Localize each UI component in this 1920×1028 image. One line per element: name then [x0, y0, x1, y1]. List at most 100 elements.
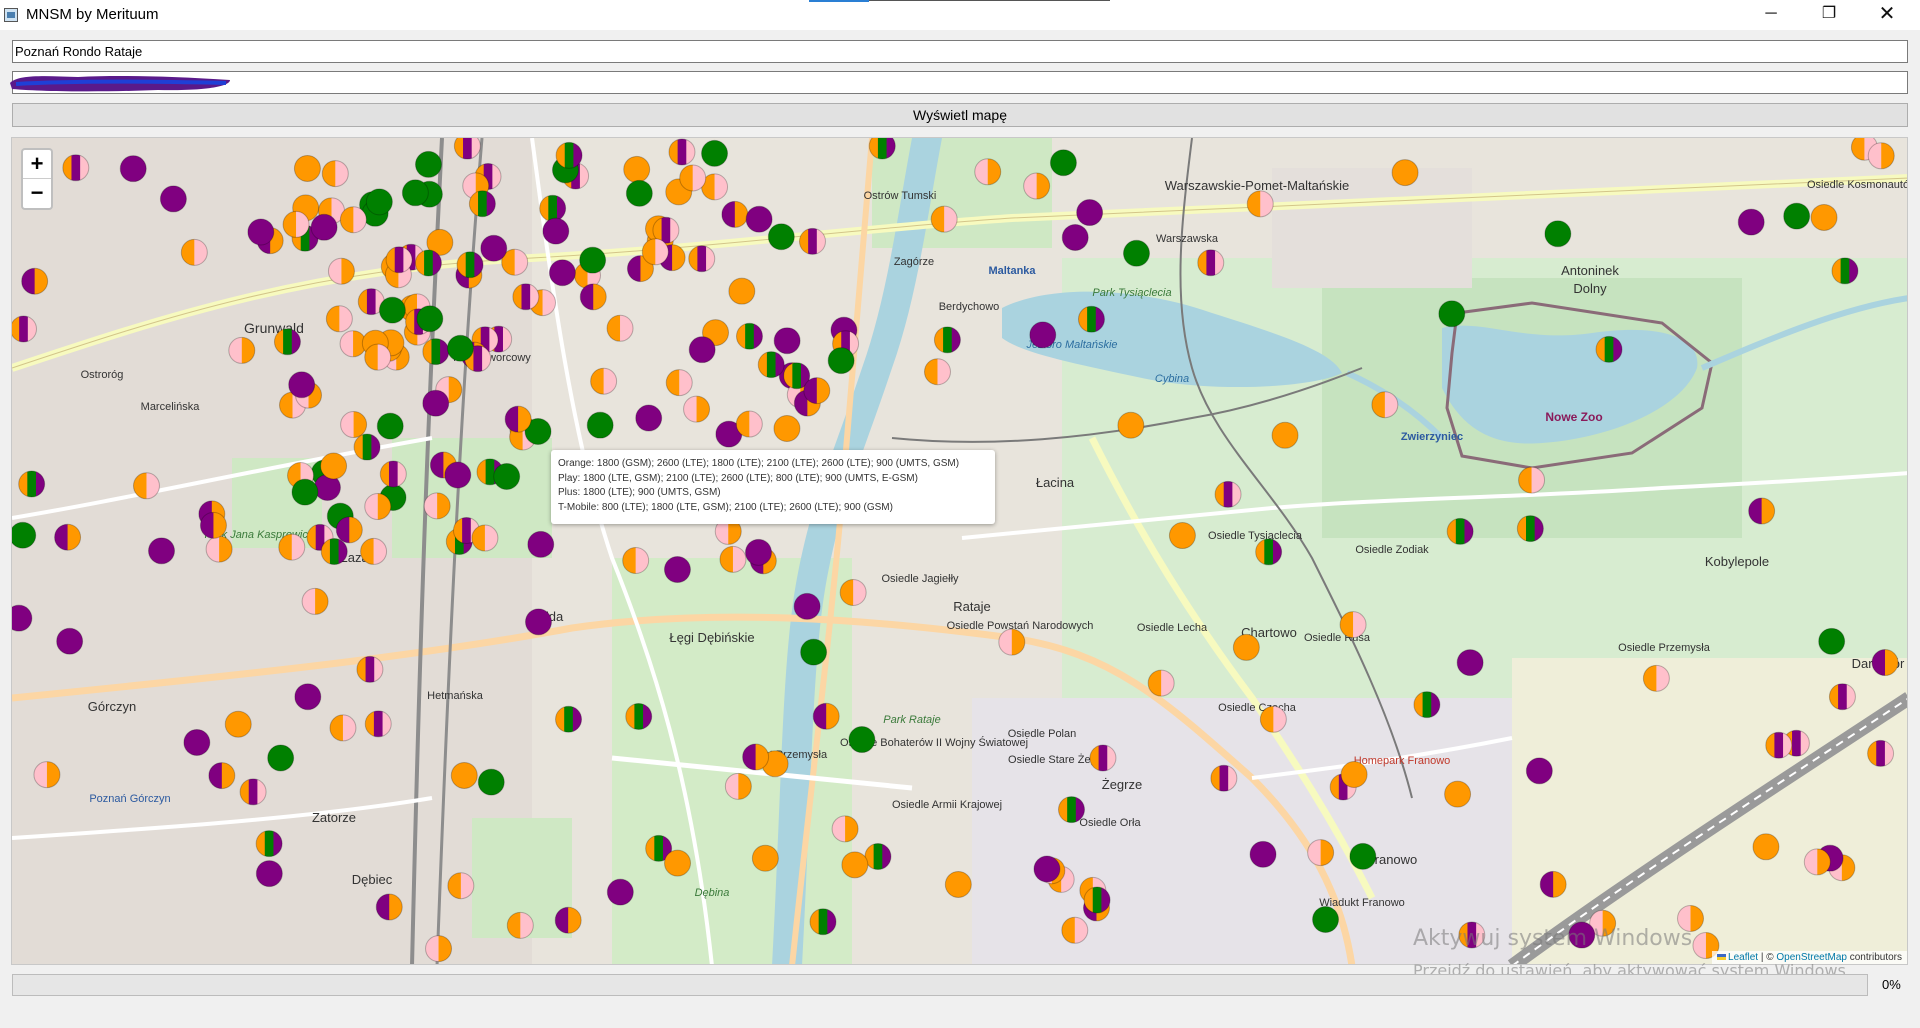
bts-marker[interactable] — [719, 545, 747, 573]
bts-marker[interactable] — [512, 283, 540, 311]
bts-marker[interactable] — [278, 533, 306, 561]
bts-marker[interactable] — [62, 154, 90, 182]
bts-marker[interactable] — [625, 702, 653, 730]
restore-button[interactable]: ❐ — [1806, 0, 1852, 30]
bts-marker[interactable] — [1255, 538, 1283, 566]
bts-marker[interactable] — [554, 906, 582, 934]
bts-marker[interactable] — [1831, 257, 1859, 285]
bts-marker[interactable] — [321, 160, 349, 188]
bts-marker[interactable] — [356, 655, 384, 683]
api-key-input[interactable] — [12, 71, 1908, 94]
bts-marker[interactable] — [809, 908, 837, 936]
bts-marker[interactable] — [320, 538, 348, 566]
minimize-button[interactable]: ─ — [1748, 0, 1794, 30]
bts-marker[interactable] — [267, 744, 295, 772]
bts-marker[interactable] — [555, 705, 583, 733]
bts-marker[interactable] — [183, 728, 211, 756]
show-map-button[interactable]: Wyświetl mapę — [12, 103, 1908, 127]
bts-marker[interactable] — [998, 628, 1026, 656]
bts-marker[interactable] — [471, 524, 499, 552]
bts-marker[interactable] — [1516, 515, 1544, 543]
bts-marker[interactable] — [1023, 172, 1051, 200]
bts-marker[interactable] — [527, 530, 555, 558]
bts-marker[interactable] — [539, 194, 567, 222]
bts-marker[interactable] — [199, 511, 227, 539]
bts-marker[interactable] — [579, 246, 607, 274]
bts-marker[interactable] — [1307, 839, 1335, 867]
bts-marker[interactable] — [364, 343, 392, 371]
bts-marker[interactable] — [325, 305, 353, 333]
bts-marker[interactable] — [1391, 159, 1419, 187]
osm-map-canvas[interactable]: Ostrów Tumski Zagórze Warszawskie-Pomet-… — [12, 138, 1908, 965]
bts-marker[interactable] — [288, 371, 316, 399]
bts-marker[interactable] — [1828, 683, 1856, 711]
bts-marker[interactable] — [688, 336, 716, 364]
bts-marker[interactable] — [468, 190, 496, 218]
bts-marker[interactable] — [375, 893, 403, 921]
bts-marker[interactable] — [401, 179, 429, 207]
bts-marker[interactable] — [827, 347, 855, 375]
bts-marker[interactable] — [1089, 744, 1117, 772]
bts-marker[interactable] — [735, 410, 763, 438]
bts-marker[interactable] — [1803, 848, 1831, 876]
bts-marker[interactable] — [590, 367, 618, 395]
bts-marker[interactable] — [1867, 142, 1895, 170]
bts-marker[interactable] — [679, 164, 707, 192]
bts-marker[interactable] — [606, 878, 634, 906]
bts-marker[interactable] — [622, 546, 650, 574]
bts-marker[interactable] — [974, 158, 1002, 186]
bts-marker[interactable] — [839, 578, 867, 606]
bts-marker[interactable] — [728, 277, 756, 305]
bts-marker[interactable] — [1061, 916, 1089, 944]
bts-marker[interactable] — [803, 377, 831, 405]
bts-marker[interactable] — [329, 714, 357, 742]
bts-marker[interactable] — [1438, 300, 1466, 328]
bts-marker[interactable] — [1259, 705, 1287, 733]
bts-marker[interactable] — [335, 516, 363, 544]
bts-marker[interactable] — [33, 761, 61, 789]
bts-marker[interactable] — [255, 830, 283, 858]
bts-marker[interactable] — [625, 179, 653, 207]
bts-marker[interactable] — [1595, 335, 1623, 363]
bts-marker[interactable] — [414, 150, 442, 178]
close-button[interactable]: ✕ — [1864, 0, 1910, 30]
bts-marker[interactable] — [21, 267, 49, 295]
bts-marker[interactable] — [664, 849, 692, 877]
bts-marker[interactable] — [1867, 739, 1895, 767]
bts-marker[interactable] — [54, 523, 82, 551]
bts-marker[interactable] — [385, 246, 413, 274]
bts-marker[interactable] — [340, 411, 368, 439]
bts-marker[interactable] — [282, 210, 310, 238]
bts-marker[interactable] — [447, 872, 475, 900]
bts-marker[interactable] — [208, 762, 236, 790]
bts-marker[interactable] — [1061, 223, 1089, 251]
bts-marker[interactable] — [291, 478, 319, 506]
bts-marker[interactable] — [360, 537, 388, 565]
bts-marker[interactable] — [425, 935, 453, 963]
bts-marker[interactable] — [742, 743, 770, 771]
bts-marker[interactable] — [793, 592, 821, 620]
bts-marker[interactable] — [800, 638, 828, 666]
bts-marker[interactable] — [327, 257, 355, 285]
bts-marker[interactable] — [255, 860, 283, 888]
bts-marker[interactable] — [1057, 796, 1085, 824]
address-input[interactable] — [12, 40, 1908, 63]
bts-marker[interactable] — [180, 238, 208, 266]
bts-marker[interactable] — [1642, 664, 1670, 692]
bts-marker[interactable] — [1249, 840, 1277, 868]
bts-marker[interactable] — [1783, 202, 1811, 230]
bts-marker[interactable] — [1339, 611, 1367, 639]
bts-marker[interactable] — [923, 358, 951, 386]
bts-marker[interactable] — [339, 206, 367, 234]
bts-marker[interactable] — [228, 336, 256, 364]
bts-marker[interactable] — [548, 259, 576, 287]
bts-marker[interactable] — [1271, 421, 1299, 449]
bts-marker[interactable] — [1444, 780, 1472, 808]
bts-marker[interactable] — [586, 411, 614, 439]
bts-marker[interactable] — [542, 217, 570, 245]
bts-marker[interactable] — [1810, 203, 1838, 231]
bts-marker[interactable] — [119, 155, 147, 183]
bts-marker[interactable] — [579, 283, 607, 311]
bts-marker[interactable] — [422, 338, 450, 366]
bts-marker[interactable] — [848, 726, 876, 754]
